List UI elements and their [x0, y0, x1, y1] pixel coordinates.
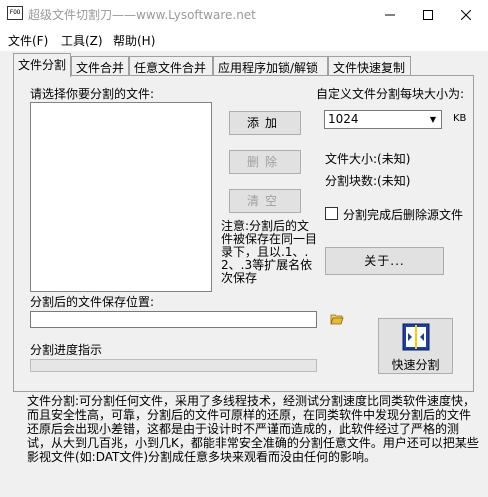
clear-button[interactable]: 清空 — [229, 189, 301, 213]
title-bar: FOO 超级文件切割刀——www.Lysoftware.net — [0, 0, 488, 29]
tab-file-merge[interactable]: 文件合并 — [71, 56, 129, 76]
window-title: 超级文件切割刀——www.Lysoftware.net — [28, 8, 256, 22]
maximize-icon — [423, 9, 433, 20]
description-text: 文件分割:可分割任何文件，采用了多线程技术，经测试分割速度比同类软件速度快，而且… — [27, 394, 479, 464]
delete-button[interactable]: 删除 — [229, 150, 301, 174]
select-file-label: 请选择你要分割的文件: — [30, 87, 155, 101]
block-size-value: 1024 — [328, 112, 359, 126]
minimize-button[interactable] — [370, 0, 410, 29]
tab-app-lock[interactable]: 应用程序加锁/解锁 — [213, 56, 328, 76]
about-button[interactable]: 关于... — [325, 247, 444, 275]
split-icon — [402, 323, 429, 351]
app-icon: FOO — [7, 6, 23, 20]
chevron-down-icon: ▼ — [429, 115, 437, 124]
close-icon — [461, 9, 471, 20]
delete-source-label: 分割完成后删除源文件 — [343, 208, 464, 222]
tab-file-split[interactable]: 文件分割 — [13, 53, 71, 77]
tab-quick-copy[interactable]: 文件快速复制 — [328, 56, 411, 76]
split-progress-bar — [30, 359, 317, 372]
block-count-label: 分割块数:(未知) — [325, 174, 411, 188]
folder-open-icon[interactable] — [330, 313, 344, 325]
delete-source-checkbox[interactable] — [325, 207, 338, 220]
block-size-select[interactable]: 1024 ▼ — [324, 110, 442, 129]
quick-split-button[interactable]: 快速分割 — [378, 318, 453, 374]
menu-bar: 文件(F) 工具(Z) 帮助(H) — [0, 29, 488, 51]
size-unit-label: KB — [453, 113, 467, 124]
save-location-input[interactable] — [30, 311, 317, 328]
quick-split-label: 快速分割 — [391, 358, 440, 372]
tab-any-file-merge[interactable]: 任意文件合并 — [129, 56, 213, 76]
menu-help[interactable]: 帮助(H) — [113, 32, 155, 49]
add-button[interactable]: 添加 — [229, 111, 301, 135]
menu-tools[interactable]: 工具(Z) — [61, 32, 103, 49]
file-size-label: 文件大小:(未知) — [325, 152, 411, 166]
menu-file[interactable]: 文件(F) — [8, 32, 48, 49]
note-text: 注意:分割后的文件被保存在同一目录下，且以.1、.2、.3等扩展名依次保存 — [221, 219, 318, 285]
maximize-button[interactable] — [408, 0, 448, 29]
close-button[interactable] — [446, 0, 486, 29]
save-location-label: 分割后的文件保存位置: — [30, 295, 155, 309]
block-size-label: 自定义文件分割每块大小为: — [316, 87, 465, 101]
minimize-icon — [385, 14, 395, 15]
file-listbox[interactable] — [30, 102, 212, 292]
progress-label: 分割进度指示 — [30, 343, 103, 357]
